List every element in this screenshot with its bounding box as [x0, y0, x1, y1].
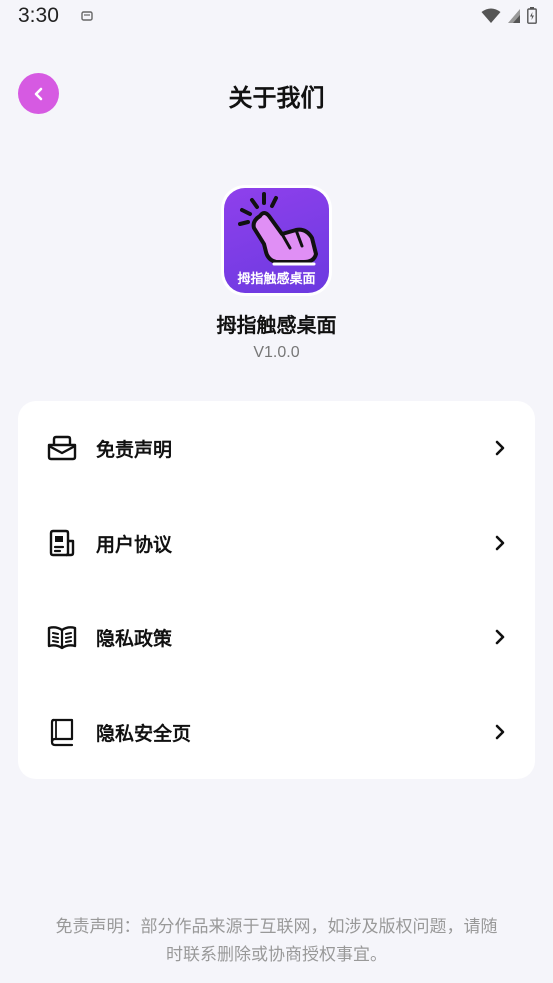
about-us-screen: 3:30 关于我们 拇指触感桌面 拇指触感桌面 V1.0.0 免责声明 用户协议… [0, 0, 553, 983]
envelope-icon [47, 435, 77, 461]
open-book-icon [47, 626, 77, 650]
status-icons [481, 7, 537, 24]
chevron-right-icon [495, 440, 505, 456]
app-name: 拇指触感桌面 [216, 313, 337, 337]
chevron-right-icon [495, 629, 505, 645]
menu-item-privacy-security[interactable]: 隐私安全页 [18, 685, 535, 779]
battery-icon [527, 7, 537, 24]
signal-icon [508, 8, 520, 23]
app-logo-inner: 拇指触感桌面 [224, 188, 329, 293]
status-bar: 3:30 [0, 0, 553, 34]
menu-item-label: 免责声明 [96, 438, 173, 461]
wifi-icon [481, 8, 501, 23]
menu-card: 免责声明 用户协议 隐私政策 隐私安全页 [18, 401, 535, 779]
menu-item-label: 隐私政策 [96, 627, 173, 650]
menu-item-disclaimer[interactable]: 免责声明 [18, 401, 535, 495]
document-icon [49, 529, 75, 557]
notification-icon [81, 11, 93, 21]
app-version: V1.0.0 [253, 344, 300, 361]
menu-item-label: 隐私安全页 [96, 722, 192, 745]
app-logo-caption: 拇指触感桌面 [237, 272, 316, 287]
status-time: 3:30 [18, 4, 59, 27]
footer-disclaimer: 免责声明：部分作品来源于互联网，如涉及版权问题，请随时联系删除或协商授权事宜。 [55, 917, 498, 965]
chevron-right-icon [495, 535, 505, 551]
page-title: 关于我们 [228, 84, 325, 112]
menu-item-label: 用户协议 [96, 533, 173, 556]
menu-item-user-agreement[interactable]: 用户协议 [18, 496, 535, 590]
menu-item-privacy-policy[interactable]: 隐私政策 [18, 590, 535, 684]
app-logo: 拇指触感桌面 [221, 185, 332, 296]
book-icon [50, 718, 74, 747]
chevron-right-icon [495, 724, 505, 740]
